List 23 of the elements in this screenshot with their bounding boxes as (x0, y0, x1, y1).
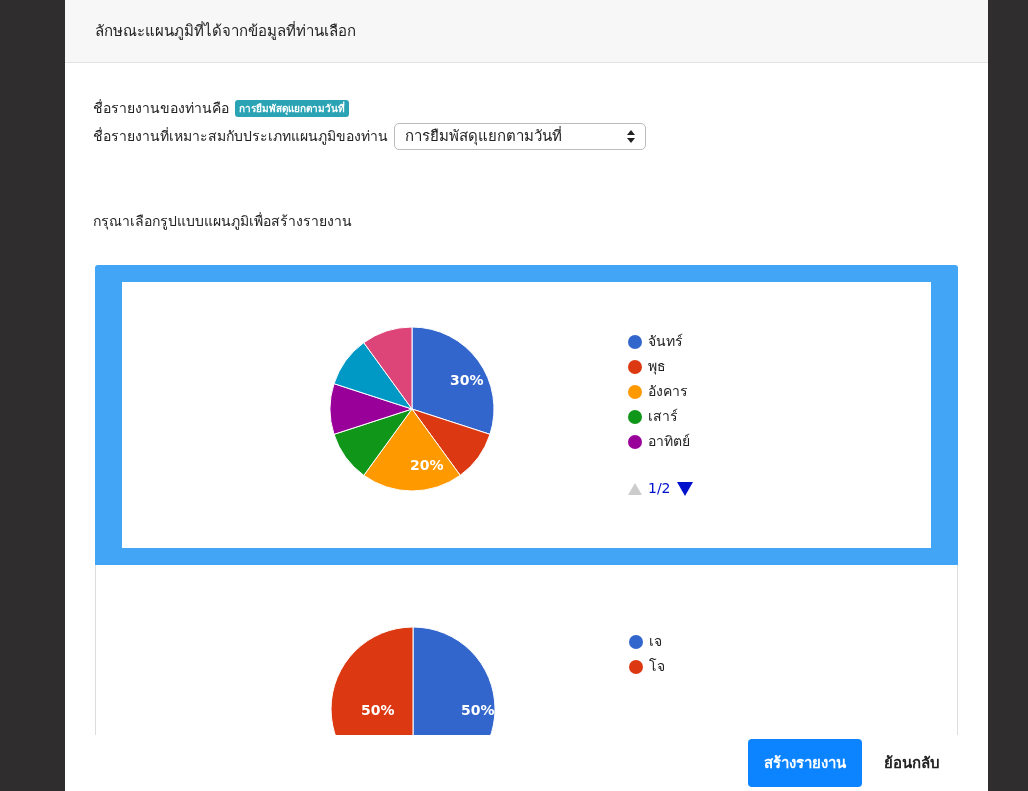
slice-label: 30% (450, 372, 484, 388)
legend-label: พุธ (648, 357, 666, 377)
slice-label: 50% (461, 702, 495, 718)
report-name-select[interactable]: การยืมพัสดุแยกตามวันที่ (394, 122, 646, 150)
legend-label: อังคาร (648, 382, 688, 401)
legend-label: เจ (649, 632, 662, 651)
slice-label: 50% (361, 702, 395, 718)
back-button[interactable]: ย้อนกลับ (884, 751, 940, 775)
up-down-icon (627, 129, 635, 143)
create-report-button[interactable]: สร้างรายงาน (748, 739, 862, 787)
suitable-name-label: ชื่อรายงานที่เหมาะสมกับประเภทแผนภูมิของท่าน (93, 126, 388, 147)
chart-option[interactable]: 30% 20% จันทร์ พุธ อังคาร เสาร์ อาทิตย์ 1/2 (95, 265, 958, 565)
legend-page: 1/2 (648, 479, 671, 498)
down-triangle-icon[interactable] (676, 481, 693, 496)
legend-label: อาทิตย์ (648, 432, 690, 451)
report-name-tag: การยืมพัสดุแยกตามวันที่ (235, 99, 349, 117)
report-name-label: ชื่อรายงานของท่านคือ (93, 98, 229, 118)
prompt-text: กรุณาเลือกรูปแบบแผนภูมิเพื่อสร้างรายงาน (93, 211, 353, 232)
legend-label: เสาร์ (648, 407, 678, 426)
dialog-title: ลักษณะแผนภูมิที่ได้จากข้อมูลที่ท่านเลือก (95, 20, 356, 42)
legend-label: จันทร์ (648, 332, 683, 351)
legend-label: โจ (649, 657, 665, 676)
slice-label: 20% (410, 457, 444, 473)
